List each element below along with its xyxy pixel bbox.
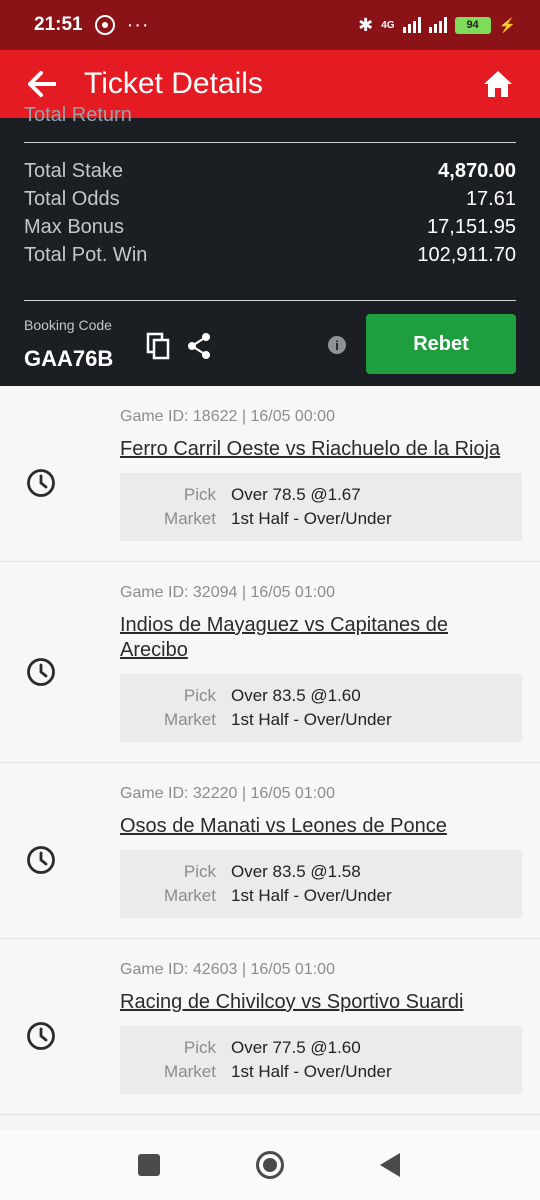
pick-box: Pick Over 83.5 @1.58 Market 1st Half - Ove… <box>120 850 522 918</box>
back-triangle-icon[interactable] <box>380 1153 400 1177</box>
list-item: Game ID: 42603 | 16/05 01:00 Racing de C… <box>0 939 540 1115</box>
game-meta: Game ID: 32094 | 16/05 01:00 <box>120 584 335 601</box>
pick-box: Pick Over 78.5 @1.67 Market 1st Half - Ove… <box>120 473 522 541</box>
home-circle-icon[interactable] <box>256 1151 284 1179</box>
pick-value: Over 83.5 @1.60 <box>231 686 361 705</box>
max-bonus-label: Max Bonus <box>24 216 125 238</box>
match-link[interactable]: Racing de Chivilcoy vs Sportivo Suardi <box>120 990 520 1015</box>
total-pot-win-label: Total Pot. Win <box>24 244 148 266</box>
match-link[interactable]: Ferro Carril Oeste vs Riachuelo de la Ri… <box>120 437 520 462</box>
pick-value: Over 77.5 @1.60 <box>231 1038 361 1057</box>
market-label: Market <box>164 710 216 729</box>
system-nav-bar <box>0 1130 540 1200</box>
list-item: Game ID: 32094 | 16/05 01:00 Indios de M… <box>0 562 540 763</box>
signal-icon-2 <box>428 17 447 33</box>
game-meta: Game ID: 42603 | 16/05 01:00 <box>120 961 335 978</box>
max-bonus-value: 17,151.95 <box>427 216 516 238</box>
match-link[interactable]: Osos de Manati vs Leones de Ponce <box>120 814 520 839</box>
market-label: Market <box>164 1062 216 1081</box>
status-bar: 21:51 ··· ✱ 4G 94 ⚡ <box>0 0 540 50</box>
total-stake-row: Total Stake 4,870.00 <box>24 160 516 183</box>
divider <box>24 300 516 301</box>
pick-label: Pick <box>183 686 216 705</box>
total-odds-row: Total Odds 17.61 <box>24 188 516 211</box>
home-icon[interactable] <box>480 66 516 102</box>
list-item: Game ID: 32220 | 16/05 01:00 Osos de Man… <box>0 763 540 939</box>
more-notifications-icon: ··· <box>126 13 150 36</box>
pick-label: Pick <box>183 862 216 881</box>
status-time: 21:51 <box>34 14 83 35</box>
booking-code-label: Booking Code <box>24 317 112 333</box>
page-title: Ticket Details <box>84 67 263 100</box>
market-value: 1st Half - Over/Under <box>231 509 392 528</box>
clock-icon <box>26 845 56 875</box>
signal-icon <box>402 17 421 33</box>
market-value: 1st Half - Over/Under <box>231 710 392 729</box>
total-pot-win-value: 102,911.70 <box>417 244 516 266</box>
bet-list: Game ID: 18622 | 16/05 00:00 Ferro Carri… <box>0 386 540 1115</box>
battery-icon: 94 <box>454 16 491 34</box>
charging-icon: ⚡ <box>498 16 516 33</box>
total-stake-label: Total Stake <box>24 160 123 182</box>
booking-code: GAA76B <box>24 346 114 371</box>
match-link[interactable]: Indios de Mayaguez vs Capitanes de Areci… <box>120 613 520 663</box>
game-meta: Game ID: 18622 | 16/05 00:00 <box>120 408 335 425</box>
share-icon[interactable] <box>186 332 212 360</box>
market-value: 1st Half - Over/Under <box>231 1062 392 1081</box>
clock-icon <box>26 1021 56 1051</box>
game-meta: Game ID: 32220 | 16/05 01:00 <box>120 785 335 802</box>
copy-icon[interactable] <box>146 332 172 360</box>
back-arrow-icon[interactable] <box>24 66 60 102</box>
divider <box>24 142 516 143</box>
pick-box: Pick Over 77.5 @1.60 Market 1st Half - Ove… <box>120 1026 522 1094</box>
network-type: 4G <box>381 19 395 31</box>
total-odds-value: 17.61 <box>465 188 516 210</box>
pick-label: Pick <box>183 485 216 504</box>
pick-box: Pick Over 83.5 @1.60 Market 1st Half - Ove… <box>120 674 522 742</box>
info-icon[interactable]: i <box>328 336 346 354</box>
total-pot-win-row: Total Pot. Win 102,911.70 <box>24 244 516 267</box>
max-bonus-row: Max Bonus 17,151.95 <box>24 216 516 239</box>
pick-label: Pick <box>183 1038 216 1057</box>
total-stake-value: 4,870.00 <box>438 160 516 182</box>
ticket-summary: Total Return Total Stake 4,870.00 Total … <box>0 104 540 386</box>
total-return-label: Total Return <box>24 104 132 126</box>
market-label: Market <box>164 886 216 905</box>
list-item: Game ID: 18622 | 16/05 00:00 Ferro Carri… <box>0 386 540 562</box>
clock-icon <box>26 468 56 498</box>
pick-value: Over 78.5 @1.67 <box>231 485 361 504</box>
bluetooth-icon: ✱ <box>358 14 374 35</box>
whatsapp-icon <box>94 15 115 35</box>
pick-value: Over 83.5 @1.58 <box>231 862 361 881</box>
recents-icon[interactable] <box>138 1154 160 1176</box>
clock-icon <box>26 657 56 687</box>
market-label: Market <box>164 509 216 528</box>
market-value: 1st Half - Over/Under <box>231 886 392 905</box>
rebet-button[interactable]: Rebet <box>366 314 516 374</box>
total-odds-label: Total Odds <box>24 188 120 210</box>
